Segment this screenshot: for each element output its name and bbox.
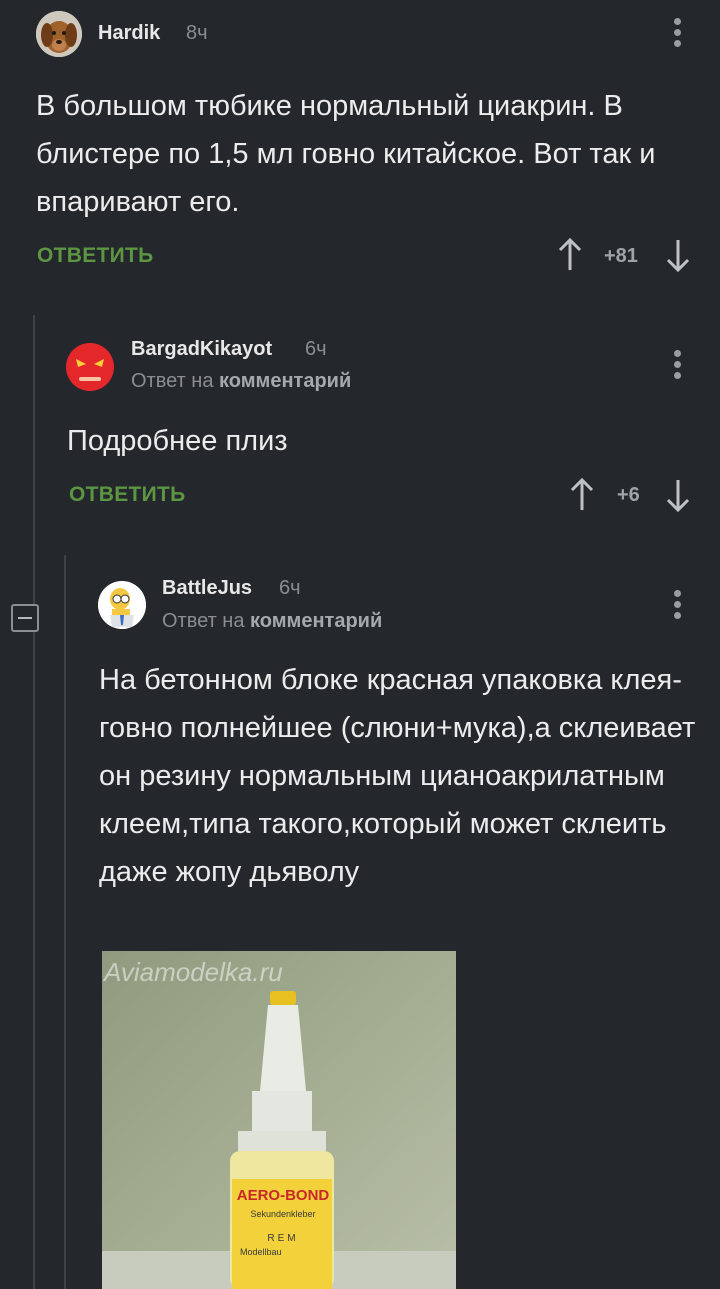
rating-value: +81 [604,245,638,267]
avatar[interactable] [66,343,114,391]
reply-prefix: Ответ на [131,370,214,392]
comment-time: 6ч [305,338,327,360]
comment-text: В большом тюбике нормальный циакрин. В б… [36,90,656,218]
more-options-icon[interactable] [674,18,682,47]
username[interactable]: BargadKikayot [131,338,272,361]
thread-line-level-2 [64,555,66,1289]
username[interactable]: Hardik [98,22,160,45]
reply-target-link[interactable]: комментарий [219,370,351,392]
cartoon-character-avatar-icon [98,581,146,629]
downvote-arrow-icon[interactable] [666,478,690,512]
upvote-arrow-icon[interactable] [570,478,594,512]
rating-value: +6 [617,484,640,506]
reply-target-link[interactable]: комментарий [250,610,382,632]
avatar[interactable] [36,11,82,57]
angry-face-avatar-icon [66,343,114,391]
reply-to-line[interactable]: Ответ на комментарий [131,370,351,393]
comment-text: На бетонном блоке красная упаковка клея-… [99,664,696,888]
collapse-thread-button[interactable] [11,604,39,632]
label-sub: Sekundenkleber [250,1209,316,1219]
label-brand: AERO-BOND [236,1187,330,1204]
avatar[interactable] [98,581,146,629]
more-options-icon[interactable] [674,350,682,379]
label-maker: REM [267,1233,299,1244]
more-options-icon[interactable] [674,590,682,619]
comment-time: 6ч [279,577,301,599]
upvote-arrow-icon[interactable] [558,238,582,272]
dog-avatar-icon [36,11,82,57]
comment-time: 8ч [186,22,208,44]
image-watermark: Aviamodelka.ru [104,957,283,987]
downvote-arrow-icon[interactable] [666,238,690,272]
comment-text: Подробнее плиз [67,425,288,457]
reply-button[interactable]: ОТВЕТИТЬ [37,244,154,268]
reply-prefix: Ответ на [162,610,245,632]
reply-button[interactable]: ОТВЕТИТЬ [69,483,186,507]
thread-line-level-1 [33,315,35,1289]
label-line1: Modellbau [240,1247,282,1257]
comment-image[interactable]: Aviamodelka.ru AERO-BOND Sekundenkleber … [102,951,456,1289]
reply-to-line[interactable]: Ответ на комментарий [162,610,382,633]
username[interactable]: BattleJus [162,577,252,600]
